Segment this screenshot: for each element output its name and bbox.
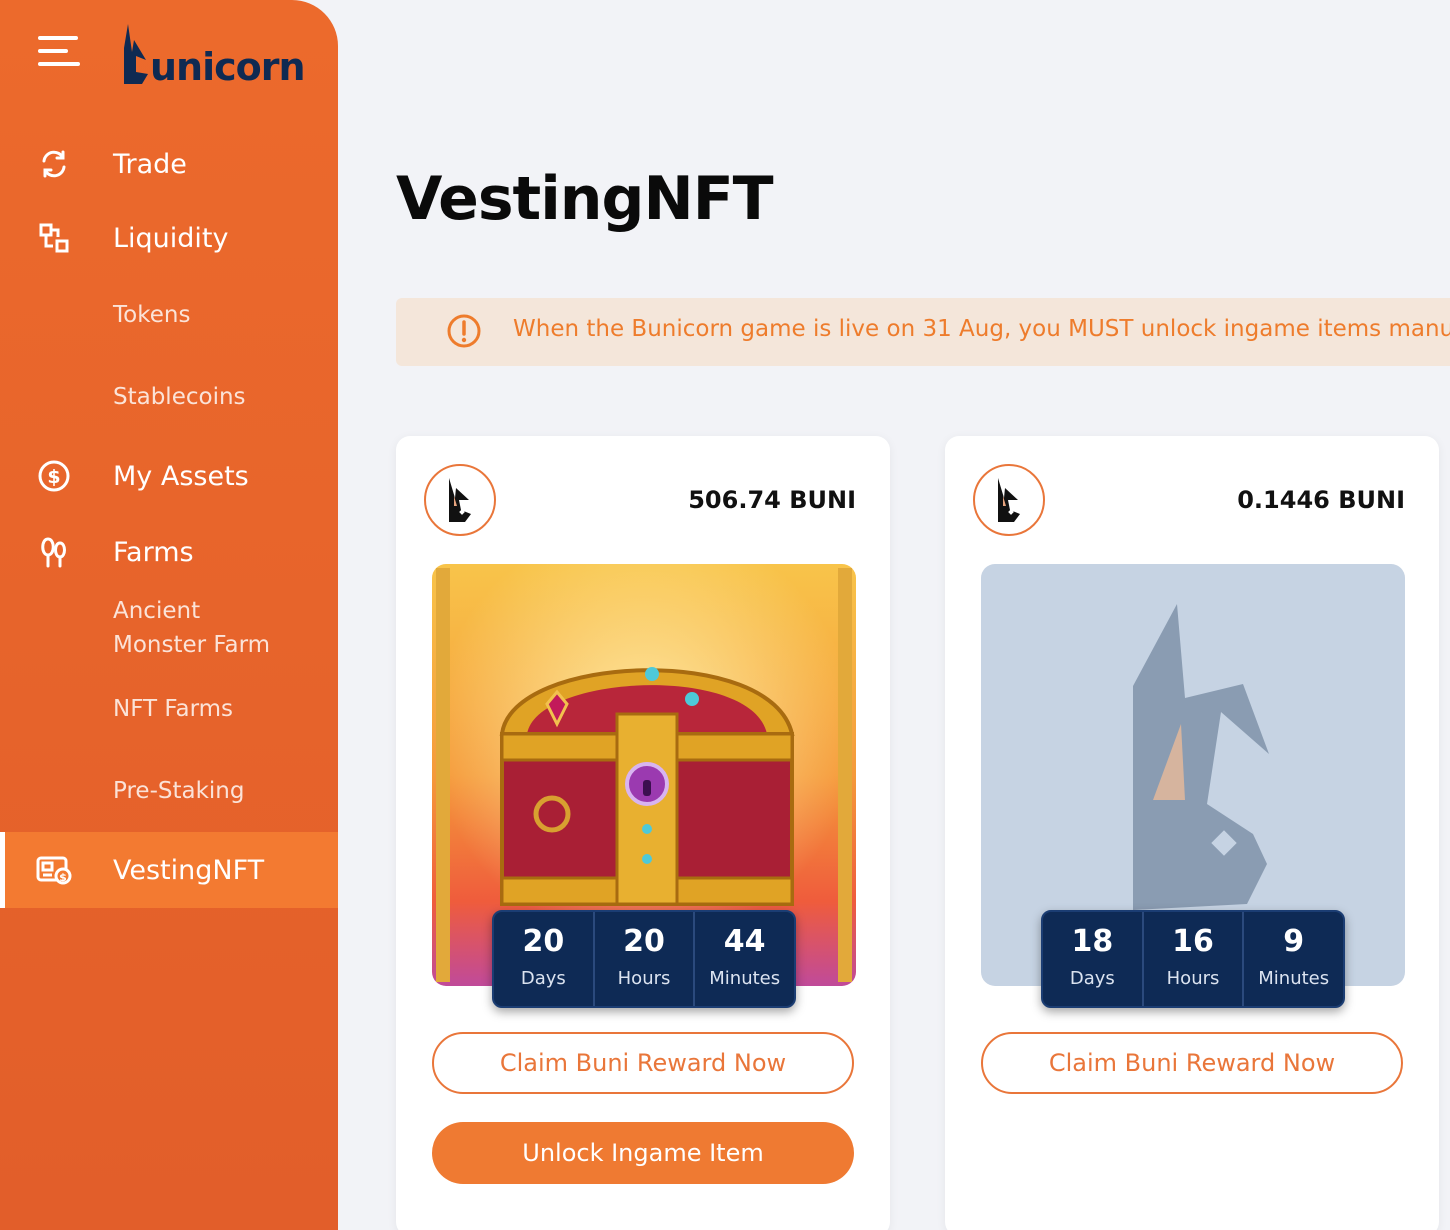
nav-item-liquidity[interactable]: Liquidity (0, 218, 338, 258)
bunicorn-logo[interactable]: unicorn (120, 20, 306, 89)
swap-icon (36, 146, 72, 182)
nav-label: VestingNFT (113, 854, 265, 886)
countdown-unit: Days (1069, 968, 1115, 989)
buni-amount: 0.1446 BUNI (1237, 486, 1405, 514)
nav-item-my-assets[interactable]: $ My Assets (0, 456, 338, 496)
vesting-nft-icon: $ (36, 852, 72, 888)
svg-text:$: $ (47, 466, 60, 488)
dollar-circle-icon: $ (36, 458, 72, 494)
sidebar: unicorn Trade Liquidity Tokens Stablecoi… (0, 0, 338, 1230)
countdown-unit: Hours (617, 968, 671, 989)
countdown-value: 44 (723, 924, 766, 959)
countdown-value: 16 (1172, 924, 1214, 959)
claim-reward-button[interactable]: Claim Buni Reward Now (981, 1032, 1403, 1094)
svg-text:$: $ (59, 871, 67, 884)
nav-sub-pre-staking[interactable]: Pre-Staking (113, 774, 244, 808)
bunicorn-logo-icon (124, 24, 148, 84)
unlock-ingame-item-button[interactable]: Unlock Ingame Item (432, 1122, 854, 1184)
nav-sub-ancient-monster-farm[interactable]: Ancient Monster Farm (113, 594, 270, 662)
farm-icon (36, 534, 72, 570)
countdown-value: 9 (1283, 924, 1305, 959)
countdown-value: 20 (522, 924, 565, 959)
countdown-minutes: 9 Minutes (1242, 912, 1343, 1006)
nav-sub-nft-farms[interactable]: NFT Farms (113, 692, 233, 726)
nav-label: Trade (113, 148, 187, 180)
countdown-unit: Minutes (709, 968, 781, 989)
countdown-timer: 20 Days 20 Hours 44 Minutes (492, 910, 796, 1008)
liquidity-icon (36, 220, 72, 256)
countdown-days: 20 Days (494, 912, 593, 1006)
claim-reward-button[interactable]: Claim Buni Reward Now (432, 1032, 854, 1094)
countdown-unit: Hours (1166, 968, 1220, 989)
notice-text: When the Bunicorn game is live on 31 Aug… (513, 316, 1450, 342)
nav-label: Liquidity (113, 222, 229, 254)
countdown-timer: 18 Days 16 Hours 9 Minutes (1041, 910, 1345, 1008)
hamburger-menu-icon[interactable] (38, 36, 80, 66)
nav-item-trade[interactable]: Trade (0, 144, 338, 184)
buni-amount: 506.74 BUNI (688, 486, 856, 514)
countdown-hours: 16 Hours (1141, 912, 1243, 1006)
countdown-days: 18 Days (1043, 912, 1142, 1006)
buni-token-icon (424, 464, 496, 536)
countdown-value: 18 (1071, 924, 1114, 959)
nav-label: My Assets (113, 460, 249, 492)
page-title: VestingNFT (396, 164, 774, 234)
nav-sub-tokens[interactable]: Tokens (113, 298, 190, 332)
buni-token-icon (973, 464, 1045, 536)
nav-item-farms[interactable]: Farms (0, 532, 338, 572)
notice-banner: When the Bunicorn game is live on 31 Aug… (396, 298, 1450, 366)
countdown-value: 20 (623, 924, 665, 959)
nav-item-vestingnft[interactable]: $ VestingNFT (0, 832, 338, 908)
nav-label: Farms (113, 536, 194, 568)
vesting-card: 0.1446 BUNI 18 Days 16 Hours 9 Minutes C… (945, 436, 1439, 1230)
vesting-card: 506.74 BUNI 20 Days 20 Hours 44 Minutes … (396, 436, 890, 1230)
nav-sub-stablecoins[interactable]: Stablecoins (113, 380, 246, 414)
countdown-unit: Minutes (1258, 968, 1330, 989)
countdown-hours: 20 Hours (592, 912, 694, 1006)
countdown-unit: Days (520, 968, 566, 989)
warning-icon (447, 314, 481, 348)
logo-text: unicorn (150, 45, 306, 89)
countdown-minutes: 44 Minutes (693, 912, 794, 1006)
